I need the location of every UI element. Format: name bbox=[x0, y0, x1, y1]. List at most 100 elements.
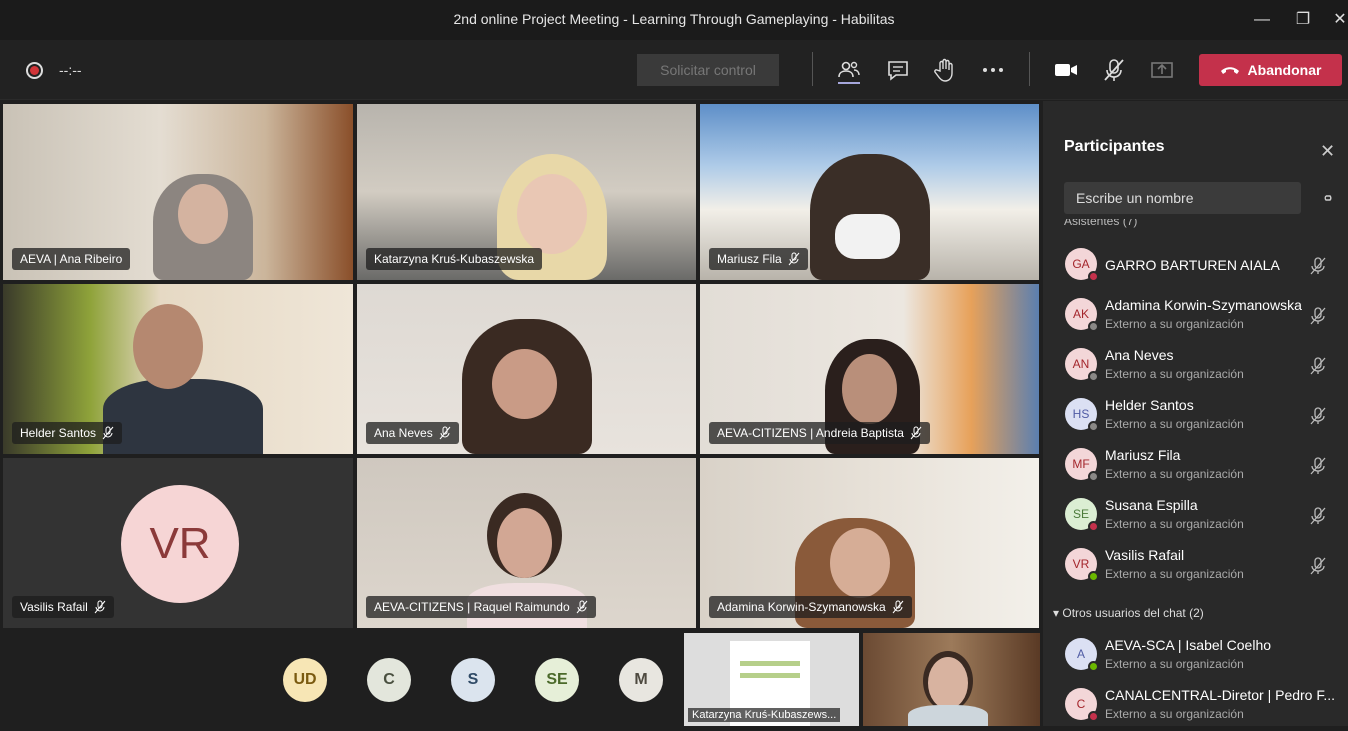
maximize-icon[interactable]: ❐ bbox=[1293, 10, 1313, 30]
avatar: SE bbox=[1065, 498, 1099, 532]
participant-row[interactable]: GA GARRO BARTUREN AIALA bbox=[1043, 241, 1348, 291]
participant-org-note: Externo a su organización bbox=[1105, 317, 1244, 331]
participant-name: Katarzyna Kruś-Kubaszewska bbox=[374, 252, 535, 266]
avatar[interactable]: SE bbox=[535, 658, 579, 702]
mic-muted-icon bbox=[1310, 557, 1326, 575]
participant-org-note: Externo a su organización bbox=[1105, 417, 1244, 431]
mic-muted-icon[interactable] bbox=[1100, 56, 1128, 84]
participant-row[interactable]: HS Helder Santos Externo a su organización bbox=[1043, 391, 1348, 441]
video-tile[interactable]: Helder Santos bbox=[3, 284, 353, 454]
participant-row[interactable]: A AEVA-SCA | Isabel Coelho Externo a su or… bbox=[1043, 631, 1348, 681]
participant-row[interactable]: C CANALCENTRAL-Diretor | Pedro F... Extern… bbox=[1043, 681, 1348, 731]
other-users-section-header[interactable]: ▾ Otros usuarios del chat (2) bbox=[1053, 606, 1204, 620]
participant-name-tag: Vasilis Rafail bbox=[12, 596, 114, 618]
meeting-timer: --:-- bbox=[59, 62, 82, 78]
participant-name: GARRO BARTUREN AIALA bbox=[1105, 257, 1280, 273]
shared-screen-label: Katarzyna Kruś-Kubaszews... bbox=[688, 708, 841, 722]
participant-row[interactable]: MF Mariusz Fila Externo a su organización bbox=[1043, 441, 1348, 491]
close-icon[interactable]: ✕ bbox=[1320, 141, 1335, 162]
mic-muted-icon bbox=[576, 600, 588, 614]
avatar[interactable]: M bbox=[619, 658, 663, 702]
presence-status-icon bbox=[1088, 661, 1099, 672]
shared-screen-thumbnail[interactable]: Katarzyna Kruś-Kubaszews... bbox=[684, 633, 859, 726]
mic-muted-icon bbox=[1310, 257, 1326, 275]
share-link-icon[interactable] bbox=[1319, 189, 1337, 207]
mic-muted-icon bbox=[788, 252, 800, 266]
participant-name: Helder Santos bbox=[20, 426, 97, 440]
participant-name-tag: AEVA | Ana Ribeiro bbox=[12, 248, 131, 270]
participant-search-input[interactable] bbox=[1064, 182, 1301, 214]
video-tile[interactable]: Ana Neves bbox=[357, 284, 696, 454]
request-control-button[interactable]: Solicitar control bbox=[637, 54, 779, 86]
participants-icon[interactable] bbox=[835, 56, 863, 84]
mic-muted-icon bbox=[102, 426, 114, 440]
close-icon[interactable]: ✕ bbox=[1330, 10, 1348, 30]
avatar: MF bbox=[1065, 448, 1099, 482]
mic-muted-icon bbox=[1310, 507, 1326, 525]
video-grid: AEVA | Ana Ribeiro Katarzyna Kruś-Kubasz… bbox=[0, 101, 1040, 631]
avatar[interactable]: S bbox=[451, 658, 495, 702]
avatar[interactable]: UD bbox=[283, 658, 327, 702]
presence-status-icon bbox=[1088, 521, 1099, 532]
video-tile[interactable]: VR Vasilis Rafail bbox=[3, 458, 353, 628]
presence-status-icon bbox=[1088, 321, 1099, 332]
mic-muted-icon bbox=[892, 600, 904, 614]
participant-row[interactable]: AN Ana Neves Externo a su organización bbox=[1043, 341, 1348, 391]
leave-label: Abandonar bbox=[1247, 62, 1322, 78]
participant-row[interactable]: SE Susana Espilla Externo a su organizació… bbox=[1043, 491, 1348, 541]
participant-org-note: Externo a su organización bbox=[1105, 367, 1244, 381]
raise-hand-icon[interactable] bbox=[931, 56, 959, 84]
chat-icon[interactable] bbox=[884, 56, 912, 84]
participant-org-note: Externo a su organización bbox=[1105, 657, 1244, 671]
video-tile[interactable]: AEVA-CITIZENS | Andreia Baptista bbox=[700, 284, 1039, 454]
participants-panel: Participantes ✕ Asistentes (7) GA GARRO B… bbox=[1043, 101, 1348, 726]
presence-status-icon bbox=[1088, 711, 1099, 722]
title-bar: 2nd online Project Meeting - Learning Th… bbox=[0, 0, 1348, 40]
video-tile[interactable]: AEVA-CITIZENS | Raquel Raimundo bbox=[357, 458, 696, 628]
minimize-icon[interactable]: — bbox=[1252, 10, 1272, 30]
participant-row[interactable]: VR Vasilis Rafail Externo a su organizació… bbox=[1043, 541, 1348, 591]
section-header-clipped: Asistentes (7) bbox=[1064, 219, 1138, 228]
video-tile[interactable]: Mariusz Fila bbox=[700, 104, 1039, 280]
video-tile[interactable]: Adamina Korwin-Szymanowska bbox=[700, 458, 1039, 628]
avatar-initials: SE bbox=[1072, 507, 1089, 521]
mic-muted-icon bbox=[94, 600, 106, 614]
video-tile[interactable]: Katarzyna Kruś-Kubaszewska bbox=[357, 104, 696, 280]
video-tile[interactable]: AEVA | Ana Ribeiro bbox=[3, 104, 353, 280]
participant-name-tag: Mariusz Fila bbox=[709, 248, 808, 270]
avatar[interactable]: C bbox=[367, 658, 411, 702]
panel-title: Participantes bbox=[1064, 138, 1165, 155]
avatar-initials: HS bbox=[1072, 407, 1090, 421]
participant-row[interactable]: AK Adamina Korwin-Szymanowska Externo a su… bbox=[1043, 291, 1348, 341]
avatar: HS bbox=[1065, 398, 1099, 432]
mic-muted-icon bbox=[439, 426, 451, 440]
overflow-participants-strip: UD C S SE M Katarzyna Kruś-Kubaszews... bbox=[0, 631, 1040, 726]
camera-icon[interactable] bbox=[1052, 56, 1080, 84]
avatar: VR bbox=[121, 485, 239, 603]
leave-button[interactable]: Abandonar bbox=[1199, 54, 1342, 86]
presence-status-icon bbox=[1088, 271, 1099, 282]
avatar-initials: VR bbox=[1072, 557, 1090, 571]
participant-org-note: Externo a su organización bbox=[1105, 467, 1244, 481]
meeting-toolbar: --:-- Solicitar control Abandonar bbox=[0, 40, 1348, 100]
avatar-initials: MF bbox=[1072, 457, 1090, 471]
participant-name: Vasilis Rafail bbox=[20, 600, 88, 614]
video-tile[interactable] bbox=[863, 633, 1040, 726]
participant-name-tag: AEVA-CITIZENS | Andreia Baptista bbox=[709, 422, 930, 444]
hang-up-icon bbox=[1220, 67, 1239, 74]
mic-muted-icon bbox=[1310, 307, 1326, 325]
mic-muted-icon bbox=[1310, 407, 1326, 425]
avatar: C bbox=[1065, 688, 1099, 722]
share-screen-icon[interactable] bbox=[1148, 56, 1176, 84]
presence-status-icon bbox=[1088, 421, 1099, 432]
more-options-icon[interactable] bbox=[979, 56, 1007, 84]
participant-name: Ana Neves bbox=[1105, 347, 1174, 363]
avatar-initials: GA bbox=[1072, 257, 1090, 271]
participant-name: Susana Espilla bbox=[1105, 497, 1198, 513]
participant-name: Adamina Korwin-Szymanowska bbox=[1105, 297, 1302, 313]
participant-org-note: Externo a su organización bbox=[1105, 707, 1244, 721]
avatar: AK bbox=[1065, 298, 1099, 332]
participant-name: Vasilis Rafail bbox=[1105, 547, 1185, 563]
participant-name-tag: Katarzyna Kruś-Kubaszewska bbox=[366, 248, 543, 270]
participant-name: Ana Neves bbox=[374, 426, 433, 440]
